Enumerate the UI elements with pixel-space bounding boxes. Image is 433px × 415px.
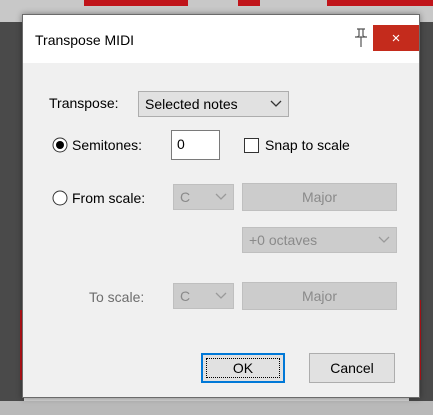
to-scale-label: To scale: (89, 289, 145, 305)
to-scale-type-label: Major (301, 288, 337, 304)
title-bar[interactable]: Transpose MIDI × (23, 15, 419, 63)
from-scale-label: From scale: (72, 190, 146, 206)
dialog-title: Transpose MIDI (35, 32, 135, 48)
background-red-clip (84, 0, 188, 6)
from-scale-type-label: Major (301, 189, 337, 205)
snap-to-scale-label: Snap to scale (265, 137, 350, 153)
semitones-input[interactable]: 0 (171, 130, 220, 160)
semitones-value: 0 (177, 136, 185, 152)
to-scale-root-select[interactable]: C (173, 283, 234, 309)
octaves-select[interactable]: +0 octaves (242, 227, 397, 253)
from-scale-type-button[interactable]: Major (242, 183, 397, 211)
pin-icon[interactable] (351, 27, 371, 49)
focus-rectangle (206, 358, 280, 378)
to-scale-type-button[interactable]: Major (242, 282, 397, 310)
octaves-value: +0 octaves (249, 232, 318, 248)
transpose-label: Transpose: (49, 95, 119, 111)
snap-to-scale-checkbox[interactable] (244, 138, 259, 153)
chevron-down-icon (378, 236, 390, 243)
to-scale-root-value: C (180, 288, 191, 304)
background-bottom-bar (0, 401, 433, 415)
transpose-midi-dialog: Transpose MIDI × Transpose: Selected not… (22, 14, 420, 398)
ok-button[interactable]: OK (201, 353, 285, 383)
transpose-select[interactable]: Selected notes (138, 91, 289, 117)
background-red-clip (238, 0, 260, 6)
semitones-radio[interactable] (52, 137, 68, 153)
cancel-label: Cancel (330, 360, 374, 376)
chevron-down-icon (215, 292, 227, 299)
cancel-button[interactable]: Cancel (309, 353, 395, 383)
from-scale-root-value: C (180, 189, 191, 205)
from-scale-radio[interactable] (52, 190, 68, 206)
close-button[interactable]: × (373, 25, 419, 51)
transpose-select-value: Selected notes (145, 96, 238, 112)
chevron-down-icon (270, 100, 282, 107)
dialog-body: Transpose: Selected notes Semitones: 0 S… (23, 63, 419, 397)
chevron-down-icon (215, 193, 227, 200)
semitones-label: Semitones: (72, 137, 143, 153)
from-scale-root-select[interactable]: C (173, 184, 234, 210)
background-red-clip (327, 0, 433, 6)
close-icon: × (391, 29, 401, 47)
